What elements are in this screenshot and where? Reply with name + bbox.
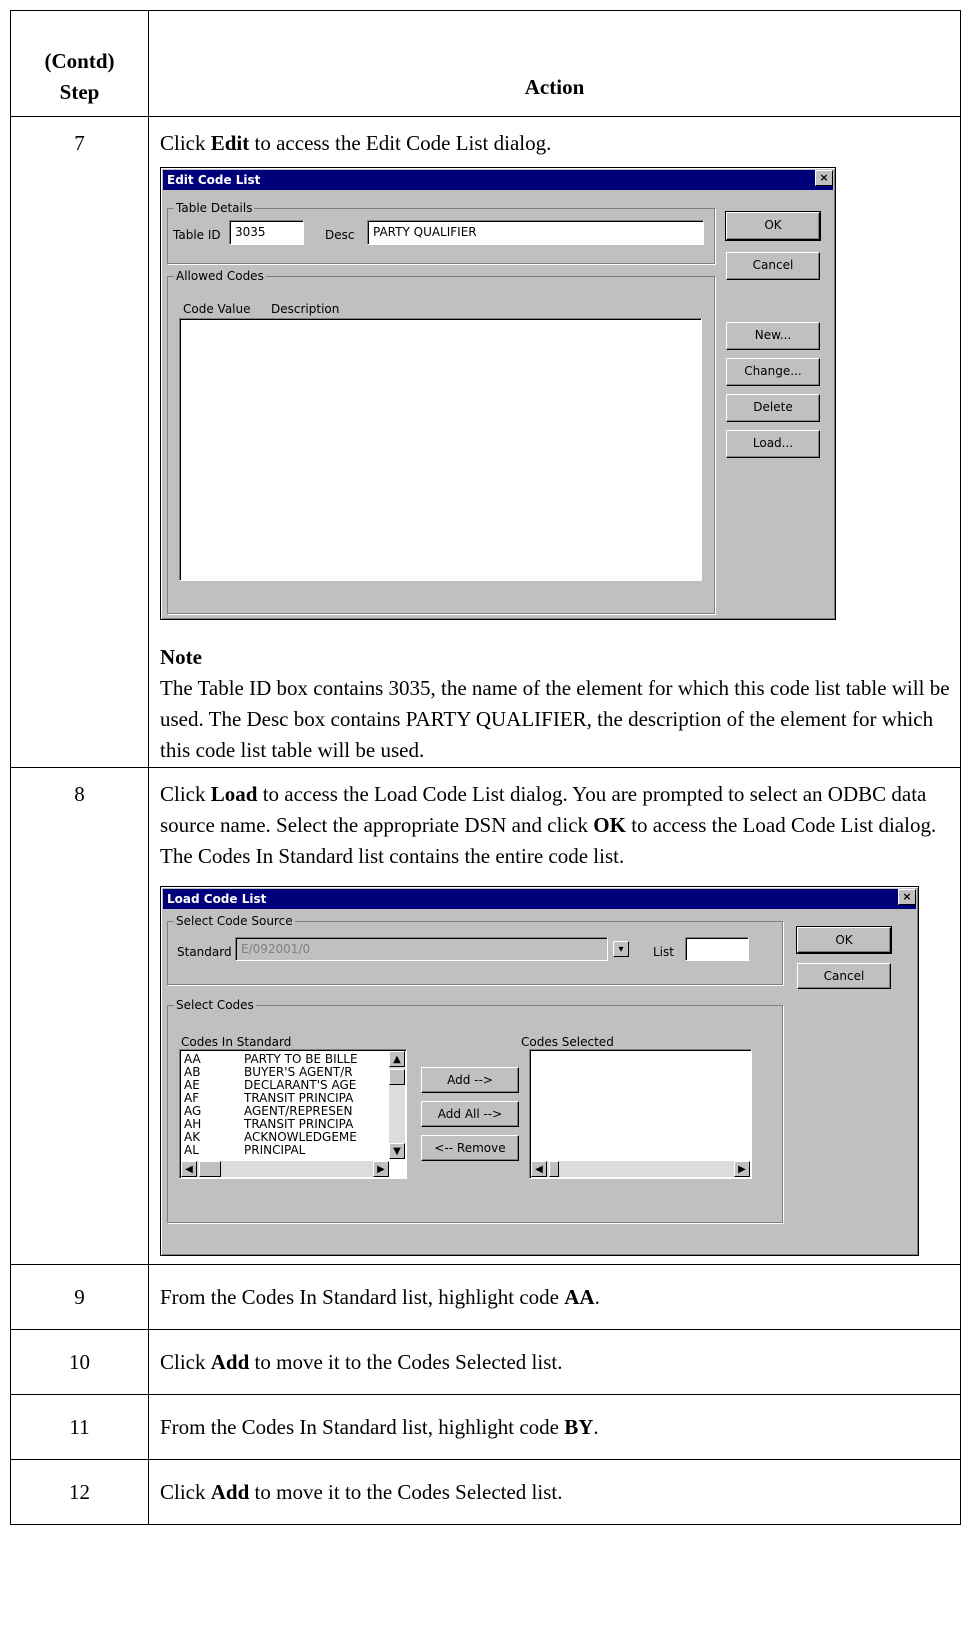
step-action: Click Edit to access the Edit Code List …	[148, 116, 961, 768]
load-code-list-dialog: Load Code List × Select Code Source Stan…	[160, 886, 919, 1256]
close-icon[interactable]: ×	[898, 889, 916, 905]
remove-button[interactable]: <-- Remove	[421, 1135, 519, 1161]
horizontal-scrollbar[interactable]: ◀ ▶	[531, 1161, 750, 1177]
code-value-header: Code Value	[183, 302, 251, 316]
add-all-button[interactable]: Add All -->	[421, 1101, 519, 1127]
step-row-10: 10 Click Add to move it to the Codes Sel…	[10, 1329, 961, 1395]
group-title: Table Details	[174, 201, 255, 215]
code-description: TRANSIT PRINCIPA	[244, 1117, 354, 1131]
step-action: Click Load to access the Load Code List …	[148, 767, 961, 1265]
step-row-7: 7 Click Edit to access the Edit Code Lis…	[10, 116, 961, 768]
step-action: From the Codes In Standard list, highlig…	[148, 1394, 961, 1460]
code-description: BUYER'S AGENT/R	[244, 1065, 353, 1079]
scroll-thumb[interactable]	[199, 1161, 221, 1177]
edit-code-list-dialog: Edit Code List × Table Details Table ID …	[160, 167, 836, 620]
step-action: Click Add to move it to the Codes Select…	[148, 1459, 961, 1525]
scroll-thumb[interactable]	[549, 1161, 559, 1177]
dialog-title: Load Code List	[163, 889, 916, 909]
code-description: PRINCIPAL	[244, 1143, 306, 1157]
desc-field[interactable]: PARTY QUALIFIER	[367, 220, 704, 245]
step-row-8: 8 Click Load to access the Load Code Lis…	[10, 767, 961, 1265]
group-title: Select Codes	[174, 998, 256, 1012]
step-number: 8	[10, 767, 149, 1265]
step-text: Click Edit to access the Edit Code List …	[160, 131, 552, 155]
browse-icon[interactable]: ▾	[613, 941, 629, 957]
group-title: Allowed Codes	[174, 269, 266, 283]
code-description: AGENT/REPRESEN	[244, 1104, 353, 1118]
list-field[interactable]	[685, 937, 749, 961]
dialog-title: Edit Code List	[163, 170, 833, 190]
horizontal-scrollbar[interactable]: ◀ ▶	[181, 1161, 389, 1177]
code-description: DECLARANT'S AGE	[244, 1078, 357, 1092]
standard-field[interactable]: E/092001/0	[235, 937, 608, 961]
codes-selected-label: Codes Selected	[521, 1035, 614, 1049]
note-block: Note The Table ID box contains 3035, the…	[160, 642, 952, 766]
allowed-codes-list[interactable]	[179, 318, 702, 581]
scroll-down-icon[interactable]: ▼	[389, 1143, 405, 1159]
table-id-label: Table ID	[173, 228, 221, 242]
code-value: AL	[184, 1143, 199, 1157]
ok-button[interactable]: OK	[725, 211, 821, 241]
table-id-field[interactable]: 3035	[229, 220, 304, 245]
scroll-thumb[interactable]	[389, 1069, 405, 1085]
note-heading: Note	[160, 645, 202, 669]
scroll-right-icon[interactable]: ▶	[373, 1161, 389, 1177]
list-label: List	[653, 945, 674, 959]
step-row-12: 12 Click Add to move it to the Codes Sel…	[10, 1459, 961, 1525]
code-list-item[interactable]: AL PRINCIPAL	[184, 1144, 305, 1157]
cancel-button[interactable]: Cancel	[797, 963, 891, 989]
step-row-9: 9 From the Codes In Standard list, highl…	[10, 1264, 961, 1330]
header-row: (Contd) Step Action	[10, 10, 961, 117]
cancel-button[interactable]: Cancel	[726, 252, 820, 280]
step-text: Click Load to access the Load Code List …	[160, 782, 937, 868]
load-button[interactable]: Load...	[726, 430, 820, 458]
note-text: The Table ID box contains 3035, the name…	[160, 676, 950, 762]
code-description: TRANSIT PRINCIPA	[244, 1091, 354, 1105]
action-column-header: Action	[148, 10, 961, 117]
codes-in-standard-list[interactable]: AA PARTY TO BE BILLE AB BUYER'S AGENT/R AE DE…	[179, 1049, 407, 1179]
delete-button[interactable]: Delete	[726, 394, 820, 422]
step-action: From the Codes In Standard list, highlig…	[148, 1264, 961, 1330]
step-number: 7	[10, 116, 149, 768]
ok-button[interactable]: OK	[796, 926, 892, 954]
code-description: ACKNOWLEDGEME	[244, 1130, 357, 1144]
step-column-header: (Contd) Step	[10, 10, 149, 117]
scroll-left-icon[interactable]: ◀	[531, 1161, 547, 1177]
step-number: 12	[10, 1459, 149, 1525]
code-description: PARTY TO BE BILLE	[244, 1052, 358, 1066]
steps-table: (Contd) Step Action 7 Click Edit to acce…	[10, 10, 961, 1525]
step-number: 11	[10, 1394, 149, 1460]
codes-in-standard-label: Codes In Standard	[181, 1035, 292, 1049]
standard-label: Standard	[177, 945, 232, 959]
change-button[interactable]: Change...	[726, 358, 820, 386]
add-button[interactable]: Add -->	[421, 1067, 519, 1093]
step-header-line1: (Contd)	[44, 49, 115, 73]
group-title: Select Code Source	[174, 914, 295, 928]
step-row-11: 11 From the Codes In Standard list, high…	[10, 1394, 961, 1460]
codes-selected-list[interactable]: ◀ ▶	[529, 1049, 752, 1179]
step-action: Click Add to move it to the Codes Select…	[148, 1329, 961, 1395]
step-number: 9	[10, 1264, 149, 1330]
desc-label: Desc	[325, 228, 355, 242]
scroll-left-icon[interactable]: ◀	[181, 1161, 197, 1177]
scroll-up-icon[interactable]: ▲	[389, 1051, 405, 1067]
new-button[interactable]: New...	[726, 322, 820, 350]
step-header-line2: Step	[59, 80, 100, 104]
description-header: Description	[271, 302, 340, 316]
vertical-scrollbar[interactable]: ▲ ▼	[389, 1051, 405, 1159]
close-icon[interactable]: ×	[815, 170, 833, 186]
scroll-right-icon[interactable]: ▶	[734, 1161, 750, 1177]
step-number: 10	[10, 1329, 149, 1395]
